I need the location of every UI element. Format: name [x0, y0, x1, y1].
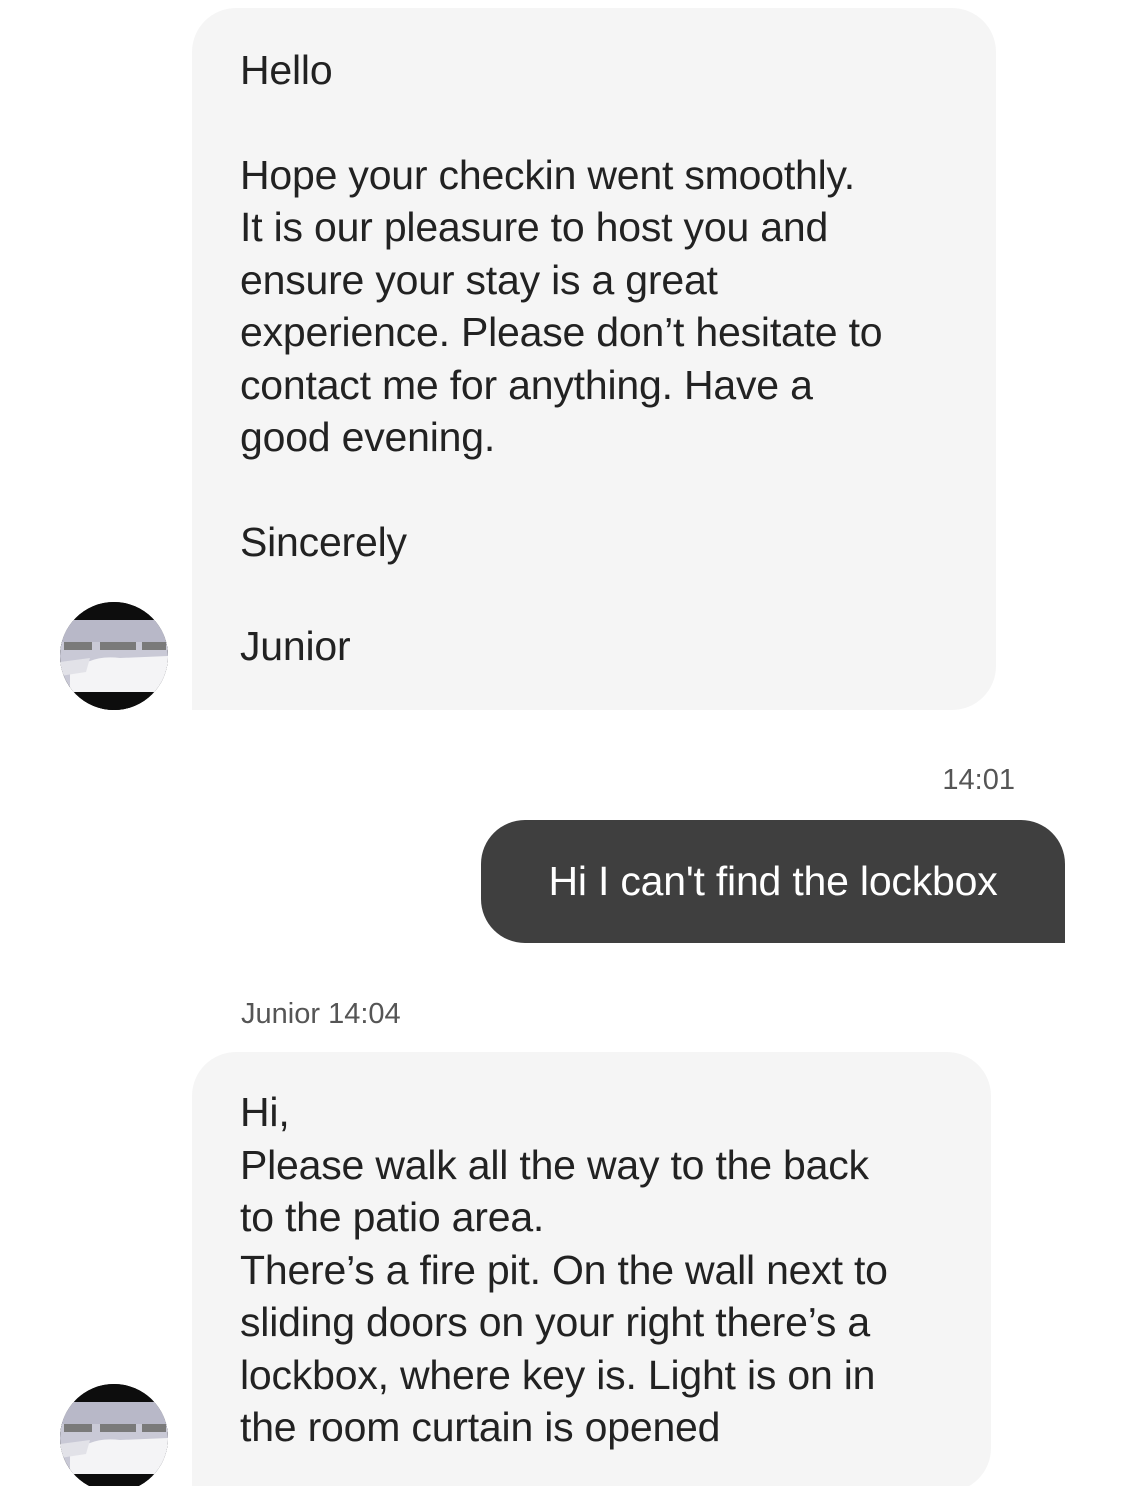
sender-name: Junior	[241, 998, 320, 1030]
bedroom-photo-icon	[60, 1384, 168, 1486]
message-text: good evening.	[240, 414, 496, 460]
bedroom-photo-icon	[60, 602, 168, 710]
message-text: There’s a fire pit. On the wall next to	[240, 1246, 888, 1293]
message-text: sliding doors on your right there’s a	[240, 1299, 870, 1345]
message-header: Junior 14:04	[241, 998, 401, 1031]
host-message-bubble[interactable]: Hi, Please walk all the way to the back …	[192, 1052, 991, 1486]
message-text: It is our pleasure to host you and	[240, 204, 829, 250]
message-text: to the patio area.	[240, 1194, 545, 1240]
message-text: lockbox, where key is. Light is on in	[240, 1351, 876, 1398]
message-text: the room curtain is opened	[240, 1404, 721, 1450]
message-text: experience. Please don’t hesitate to	[240, 309, 883, 355]
message-text: Hi,	[240, 1089, 290, 1135]
message-text: Hello	[240, 47, 333, 93]
message-text: Please walk all the way to the back	[240, 1141, 869, 1188]
host-avatar[interactable]	[60, 1384, 168, 1486]
message-thread: Hello Hope your checkin went smoothly. I…	[0, 0, 1125, 1486]
host-avatar[interactable]	[60, 602, 168, 710]
message-text: Sincerely	[240, 518, 407, 565]
message-text: Hope your checkin went smoothly.	[240, 151, 855, 198]
message-text: Hi I can't find the lockbox	[548, 858, 998, 904]
guest-message-bubble[interactable]: Hi I can't find the lockbox	[481, 820, 1065, 943]
message-text: ensure your stay is a great	[240, 256, 718, 303]
message-timestamp: 14:01	[942, 764, 1015, 796]
message-timestamp: 14:04	[328, 998, 401, 1030]
message-text: contact me for anything. Have a	[240, 361, 813, 408]
host-message-bubble[interactable]: Hello Hope your checkin went smoothly. I…	[192, 8, 996, 710]
message-text: Junior	[240, 623, 351, 669]
